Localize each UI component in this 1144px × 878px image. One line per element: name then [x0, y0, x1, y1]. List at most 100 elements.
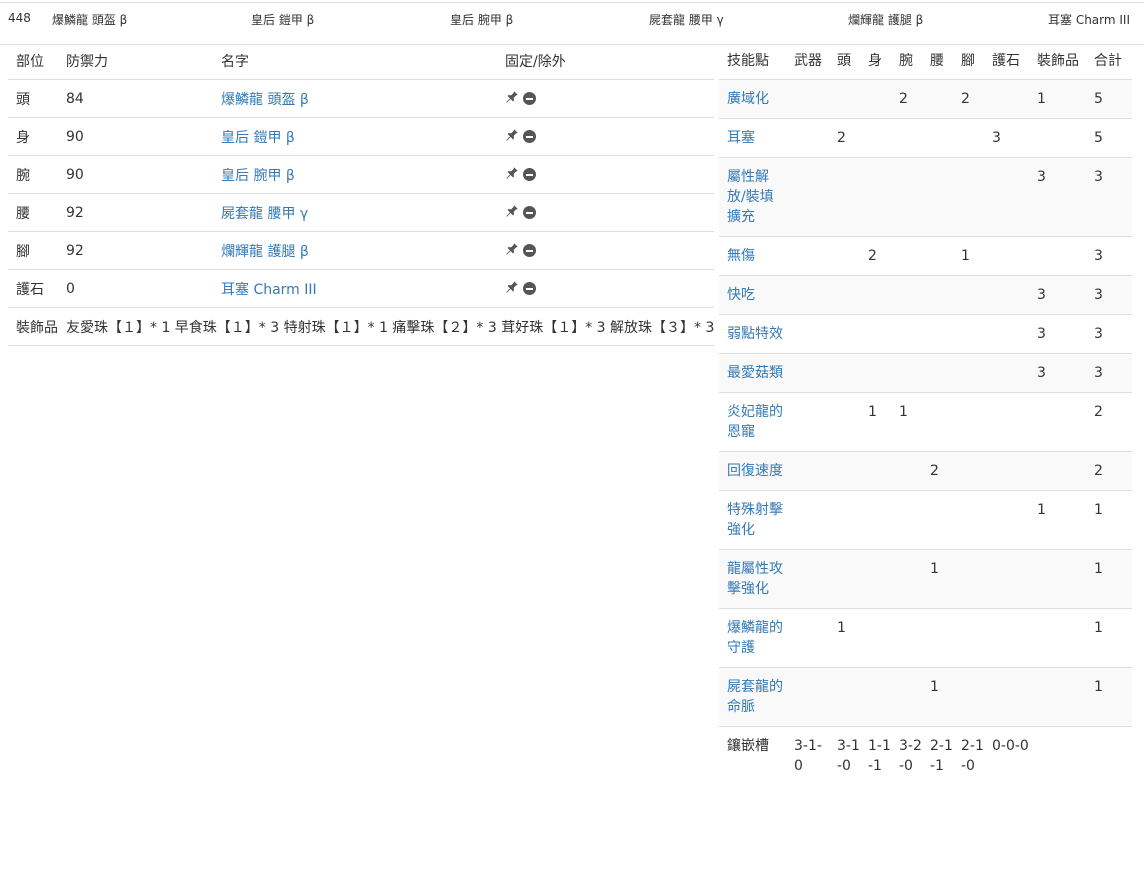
equipment-defense: 0 [58, 269, 213, 308]
slot-cell: 3-1-0 [829, 726, 860, 785]
skill-name-link[interactable]: 耳塞 [727, 130, 755, 146]
skill-name-link[interactable]: 特殊射擊強化 [727, 502, 783, 538]
lock-exclude-cell [497, 231, 715, 270]
skill-point-cell [829, 275, 860, 315]
skill-row: 炎妃龍的恩寵 1 1 2 [719, 392, 1132, 452]
skill-point-cell [891, 236, 922, 276]
skill-point-cell: 3 [1029, 353, 1086, 393]
skill-point-cell [860, 608, 891, 668]
skills-header-cell: 頭 [829, 43, 860, 80]
skill-name-link[interactable]: 龍屬性攻擊強化 [727, 561, 783, 597]
skill-point-cell: 3 [1086, 353, 1132, 393]
skill-point-cell [922, 275, 953, 315]
skill-point-cell: 2 [922, 451, 953, 491]
skill-point-cell [984, 667, 1029, 727]
equipment-name-link[interactable]: 爆鱗龍 頭盔 β [221, 92, 309, 108]
skill-name-link[interactable]: 炎妃龍的恩寵 [727, 404, 783, 440]
slot-cell: 1-1-1 [860, 726, 891, 785]
skill-point-cell [860, 79, 891, 119]
skill-name-link[interactable]: 爆鱗龍的守護 [727, 620, 783, 656]
skill-point-cell [860, 451, 891, 491]
equipment-row: 腳 92 爛輝龍 護腿 β [8, 231, 715, 270]
equipment-defense: 90 [58, 117, 213, 156]
header-name: 名字 [213, 43, 497, 80]
skill-point-cell [922, 353, 953, 393]
skill-point-cell [891, 275, 922, 315]
skill-row: 回復速度 2 2 [719, 451, 1132, 491]
skill-point-cell [953, 392, 984, 452]
slot-cell: 2-1-0 [953, 726, 984, 785]
skill-name-link[interactable]: 屬性解放/裝填擴充 [727, 169, 774, 225]
skill-row: 特殊射擊強化 1 1 [719, 490, 1132, 550]
skill-name-link[interactable]: 回復速度 [727, 463, 783, 479]
exclude-icon[interactable] [523, 130, 536, 143]
slot-cell: 3-2-0 [891, 726, 922, 785]
skill-point-cell [891, 490, 922, 550]
exclude-icon[interactable] [523, 168, 536, 181]
exclude-icon[interactable] [523, 282, 536, 295]
slot-cell: 0-0-0 [984, 726, 1029, 785]
skill-name-link[interactable]: 無傷 [727, 248, 755, 264]
skill-point-cell [786, 157, 829, 237]
skill-name-link[interactable]: 弱點特效 [727, 326, 783, 342]
skill-point-cell [984, 353, 1029, 393]
pin-icon[interactable] [505, 242, 519, 260]
skill-point-cell [786, 608, 829, 668]
equipment-name-link[interactable]: 爛輝龍 護腿 β [221, 244, 309, 260]
skill-point-cell [786, 490, 829, 550]
equipment-name-link[interactable]: 耳塞 Charm III [221, 282, 317, 298]
equipment-defense: 92 [58, 231, 213, 270]
equipment-name-cell: 皇后 鎧甲 β [213, 117, 497, 156]
skill-point-cell [922, 490, 953, 550]
equipment-part: 身 [8, 117, 58, 156]
skill-row: 爆鱗龍的守護 1 1 [719, 608, 1132, 668]
skill-point-cell: 3 [1029, 314, 1086, 354]
exclude-icon[interactable] [523, 244, 536, 257]
skill-point-cell: 2 [860, 236, 891, 276]
skill-point-cell: 3 [984, 118, 1029, 158]
equipment-table: 部位 防禦力 名字 固定/除外 頭 84 爆鱗龍 頭盔 β 身 90 皇后 鎧甲 β 腕 90… [8, 43, 715, 346]
skill-point-cell [922, 314, 953, 354]
lock-exclude-cell [497, 155, 715, 194]
exclude-icon[interactable] [523, 206, 536, 219]
skill-point-cell [891, 667, 922, 727]
skill-row: 快吃 3 3 [719, 275, 1132, 315]
equipment-name-link[interactable]: 皇后 鎧甲 β [221, 130, 295, 146]
pin-icon[interactable] [505, 280, 519, 298]
skill-point-cell [953, 667, 984, 727]
equipment-header-row: 部位 防禦力 名字 固定/除外 [8, 43, 715, 80]
skill-point-cell [829, 392, 860, 452]
equipment-part: 頭 [8, 79, 58, 118]
skill-point-cell: 3 [1086, 236, 1132, 276]
skills-header-cell: 身 [860, 43, 891, 80]
exclude-icon[interactable] [523, 92, 536, 105]
slot-cell: 3-1-0 [786, 726, 829, 785]
pin-icon[interactable] [505, 90, 519, 108]
skill-point-cell [860, 314, 891, 354]
skill-point-cell: 1 [1086, 608, 1132, 668]
equipment-name-link[interactable]: 皇后 腕甲 β [221, 168, 295, 184]
skill-point-cell: 1 [1086, 667, 1132, 727]
skill-point-cell [984, 451, 1029, 491]
skill-point-cell [786, 451, 829, 491]
skill-name-link[interactable]: 最愛菇類 [727, 365, 783, 381]
skill-name-link[interactable]: 屍套龍的命脈 [727, 679, 783, 715]
decorations-list: 友愛珠【１】* 1 早食珠【１】* 3 特射珠【１】* 1 痛擊珠【２】* 3 … [58, 307, 715, 346]
skill-name-cell: 回復速度 [719, 451, 786, 491]
skill-point-cell [984, 608, 1029, 668]
skill-name-link[interactable]: 快吃 [727, 287, 755, 303]
equipment-name-cell: 耳塞 Charm III [213, 269, 497, 308]
skill-point-cell [922, 157, 953, 237]
skill-point-cell: 1 [860, 392, 891, 452]
skills-header-row: 技能點 武器頭身腕腰腳護石 裝飾品 合計 [719, 43, 1132, 80]
skill-point-cell [786, 118, 829, 158]
skill-point-cell [984, 275, 1029, 315]
skill-point-cell [984, 490, 1029, 550]
pin-icon[interactable] [505, 166, 519, 184]
pin-icon[interactable] [505, 204, 519, 222]
skill-name-link[interactable]: 廣域化 [727, 91, 769, 107]
skill-point-cell [1029, 236, 1086, 276]
pin-icon[interactable] [505, 128, 519, 146]
equipment-name-link[interactable]: 屍套龍 腰甲 γ [221, 206, 308, 222]
skill-point-cell: 1 [953, 236, 984, 276]
